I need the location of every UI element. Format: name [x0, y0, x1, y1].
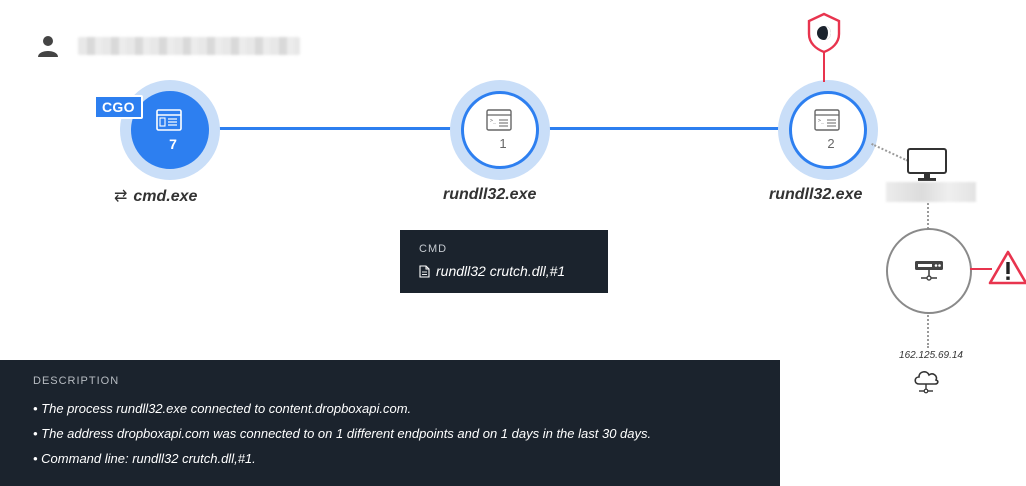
edge-cmd-rundll1: [215, 127, 455, 130]
process-node-core: >_ 1: [461, 91, 539, 169]
ip-connector: [927, 312, 929, 348]
process-label-rundll32-2[interactable]: rundll32.exe: [769, 186, 862, 204]
window-icon: >_: [486, 109, 512, 131]
window-icon: >_: [814, 109, 840, 131]
cmd-tooltip: CMD rundll32 crutch.dll,#1: [400, 230, 608, 293]
user-name-redacted: [78, 37, 300, 55]
process-count: 2: [827, 136, 835, 151]
process-node-rundll32-2[interactable]: >_ 2: [778, 80, 878, 180]
cmd-line: rundll32 crutch.dll,#1: [419, 263, 565, 279]
warning-icon[interactable]: [988, 248, 1026, 288]
router-connector: [927, 203, 929, 229]
shield-connector: [823, 52, 825, 82]
svg-text:>_: >_: [490, 118, 497, 124]
description-item: • The address dropboxapi.com was connect…: [33, 426, 652, 441]
file-icon: [419, 265, 430, 278]
description-item: • Command line: rundll32 crutch.dll,#1.: [33, 451, 256, 466]
process-label-cmd[interactable]: ⇄ cmd.exe: [114, 186, 197, 206]
window-icon: [156, 109, 182, 131]
network-router-node[interactable]: [886, 228, 972, 314]
monitor-icon[interactable]: [906, 147, 948, 183]
process-node-core: >_ 2: [789, 91, 867, 169]
cloud-icon[interactable]: [911, 366, 941, 394]
sync-icon: ⇄: [114, 188, 128, 205]
host-connector: [871, 143, 909, 162]
process-count: 1: [499, 136, 507, 151]
description-title: DESCRIPTION: [33, 375, 120, 387]
process-count: 7: [169, 136, 177, 152]
cgo-badge: CGO: [94, 95, 143, 119]
process-node-rundll32-1[interactable]: >_ 1: [450, 80, 550, 180]
description-panel: DESCRIPTION • The process rundll32.exe c…: [0, 360, 780, 486]
user-icon: [38, 36, 58, 57]
cmd-title: CMD: [419, 243, 448, 255]
cmd-value: rundll32 crutch.dll,#1: [436, 263, 566, 279]
edge-rundll1-rundll2: [545, 127, 785, 130]
ip-address: 162.125.69.14: [899, 350, 963, 361]
host-name-redacted: [886, 182, 976, 202]
svg-text:>_: >_: [818, 118, 825, 124]
shield-icon[interactable]: [806, 12, 842, 54]
description-item: • The process rundll32.exe connected to …: [33, 401, 412, 416]
process-label-rundll32-1[interactable]: rundll32.exe: [443, 186, 536, 204]
process-label-text: cmd.exe: [133, 188, 198, 205]
router-icon: [915, 261, 943, 281]
